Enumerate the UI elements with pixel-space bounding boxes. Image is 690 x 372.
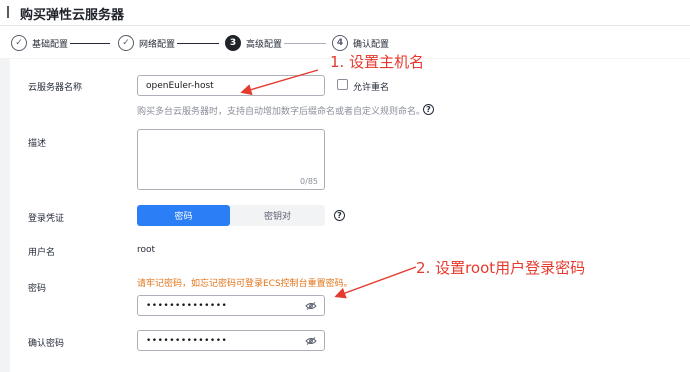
username-label: 用户名: [28, 248, 56, 258]
check-icon: ✓: [118, 35, 134, 51]
password-input[interactable]: ••••••••••••••: [137, 295, 325, 316]
annotation-step2: 2. 设置root用户登录密码: [416, 259, 586, 277]
annotation-step1: 1. 设置主机名: [330, 53, 425, 71]
page-title: 购买弹性云服务器: [20, 8, 125, 23]
username-value: root: [137, 245, 156, 255]
step-advanced[interactable]: 3 高级配置: [225, 35, 282, 51]
description-counter: 0/85: [300, 177, 318, 186]
confirm-password-masked-value: ••••••••••••••: [146, 335, 228, 346]
password-label: 密码: [28, 284, 47, 294]
help-icon[interactable]: ?: [334, 210, 345, 221]
step-network-label: 网络配置: [139, 39, 176, 50]
description-textarea[interactable]: 0/85: [137, 129, 325, 190]
credential-option-keypair[interactable]: 密钥对: [230, 205, 325, 226]
page-header: 购买弹性云服务器: [0, 0, 690, 26]
allow-duplicate-label: 允许重名: [353, 83, 390, 93]
step-number-icon: 3: [225, 35, 241, 51]
step-basic[interactable]: ✓ 基础配置: [11, 35, 68, 51]
password-warning: 请牢记密码，如忘记密码可登录ECS控制台重置密码。: [137, 279, 353, 289]
description-label: 描述: [28, 139, 47, 149]
confirm-password-input[interactable]: ••••••••••••••: [137, 330, 325, 351]
step-network[interactable]: ✓ 网络配置: [118, 35, 175, 51]
server-name-value: openEuler-host: [146, 80, 214, 91]
credential-option-keypair-label: 密钥对: [263, 212, 291, 222]
step-connector: [177, 43, 219, 44]
allow-duplicate-checkbox[interactable]: [337, 79, 348, 90]
back-icon[interactable]: [2, 4, 16, 20]
server-name-input[interactable]: openEuler-host: [137, 75, 325, 96]
confirm-password-label: 确认密码: [28, 339, 65, 349]
step-confirm-label: 确认配置: [353, 39, 390, 50]
check-icon: ✓: [11, 35, 27, 51]
credential-option-password[interactable]: 密码: [137, 205, 230, 226]
eye-off-icon[interactable]: [305, 302, 317, 310]
eye-off-icon[interactable]: [305, 337, 317, 345]
help-icon[interactable]: ?: [423, 104, 434, 115]
step-number-icon: 4: [332, 35, 348, 51]
server-name-label: 云服务器名称: [28, 83, 83, 93]
password-masked-value: ••••••••••••••: [146, 300, 228, 311]
server-name-hint: 购买多台云服务器时，支持自动增加数字后缀命名或者自定义规则命名。: [137, 107, 426, 117]
credential-label: 登录凭证: [28, 214, 65, 224]
step-advanced-label: 高级配置: [246, 39, 283, 50]
step-connector: [70, 43, 110, 44]
credential-option-password-label: 密码: [174, 212, 193, 222]
step-basic-label: 基础配置: [32, 39, 69, 50]
step-connector: [284, 43, 326, 44]
step-confirm[interactable]: 4 确认配置: [332, 35, 389, 51]
